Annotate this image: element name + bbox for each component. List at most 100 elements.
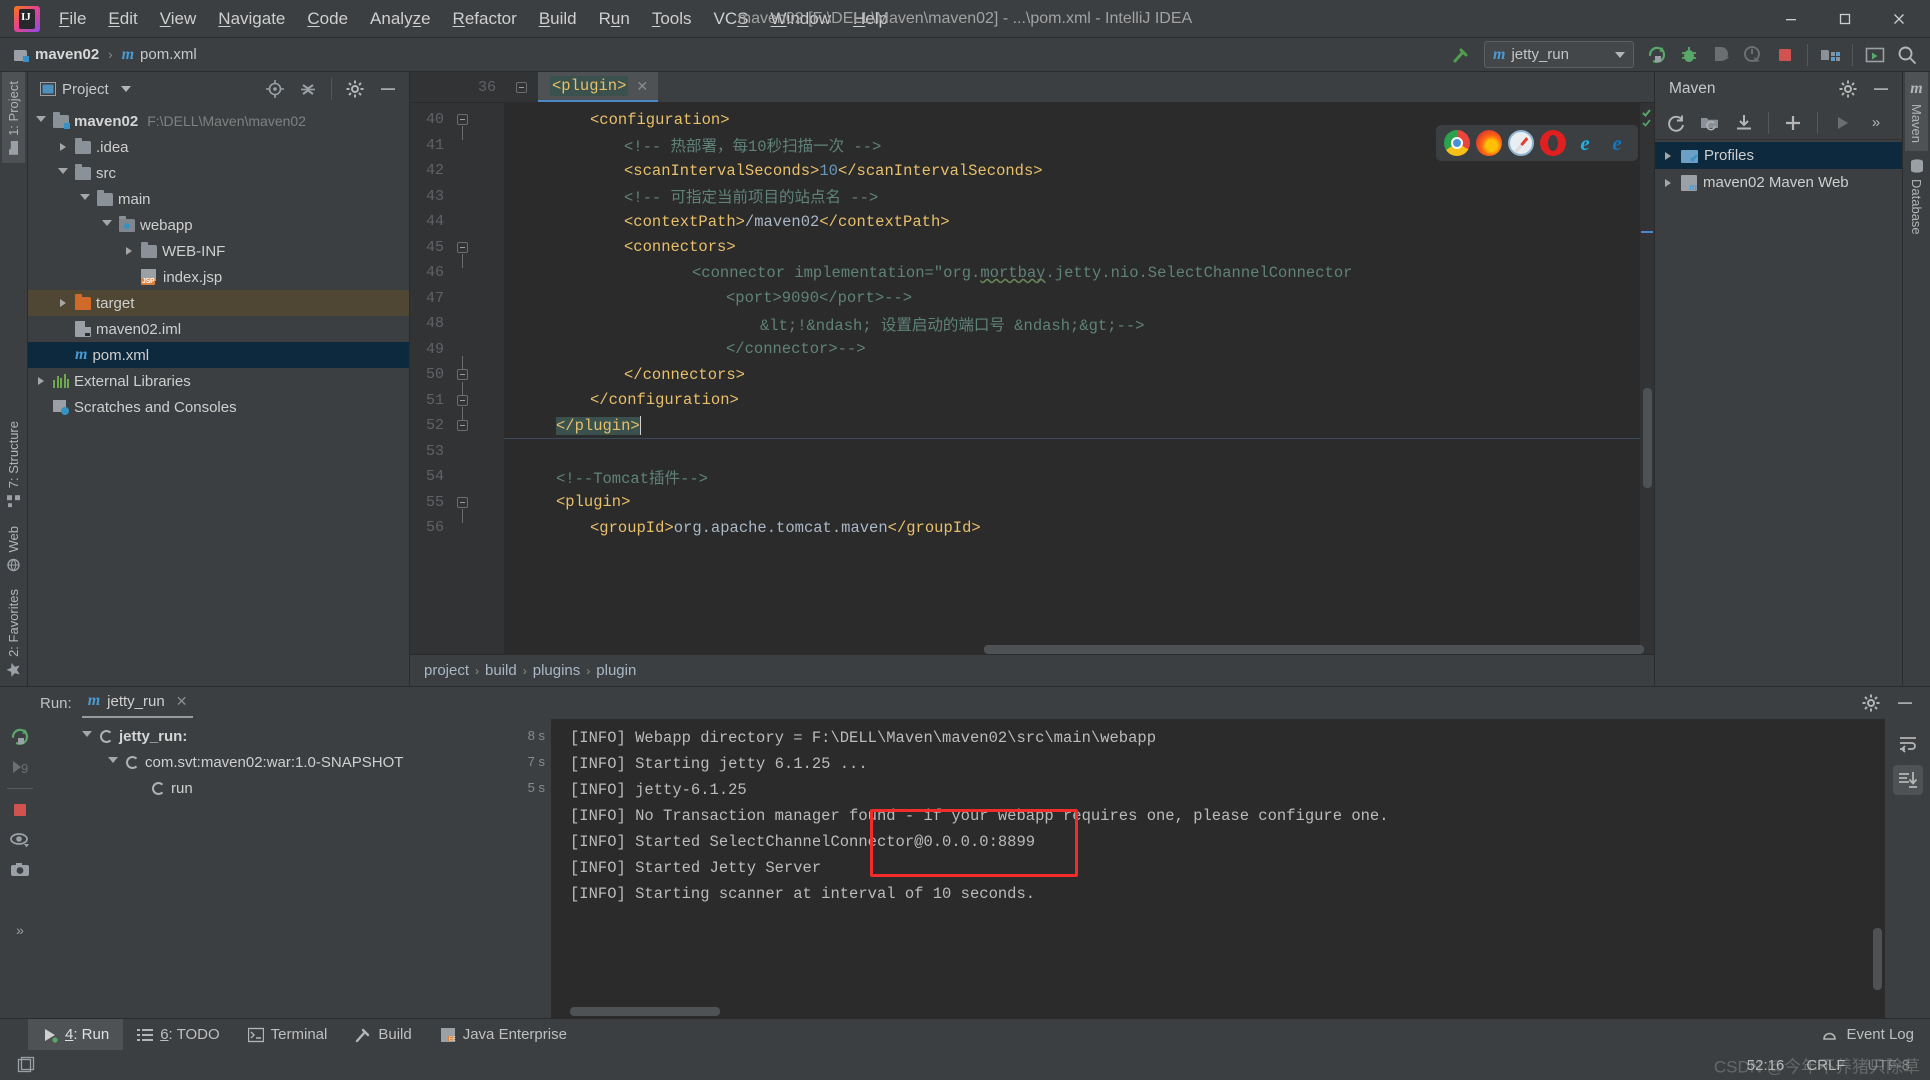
- scroll-from-source-icon[interactable]: [260, 75, 290, 103]
- search-everywhere-icon[interactable]: [1892, 41, 1922, 69]
- run-tree-row[interactable]: jetty_run:: [40, 723, 551, 749]
- rerun-failed-icon[interactable]: 9: [5, 753, 35, 781]
- stop-icon[interactable]: [5, 796, 35, 824]
- add-icon[interactable]: [1778, 109, 1808, 137]
- chrome-icon[interactable]: [1444, 130, 1470, 156]
- tree-row[interactable]: .idea: [28, 134, 409, 160]
- sidebar-tab-database[interactable]: Database: [1905, 151, 1928, 243]
- editor-vertical-scrollbar[interactable]: [1643, 388, 1652, 488]
- run-configuration-selector[interactable]: m jetty_run: [1484, 41, 1634, 68]
- menu-edit[interactable]: Edit: [97, 6, 148, 32]
- run-tree-row[interactable]: com.svt:maven02:war:1.0-SNAPSHOT: [40, 749, 551, 775]
- screenshot-icon[interactable]: [5, 856, 35, 884]
- debug-icon[interactable]: [1674, 41, 1704, 69]
- console-horizontal-scrollbar[interactable]: [570, 1007, 720, 1016]
- breadcrumb-item[interactable]: plugin: [596, 662, 636, 679]
- project-structure-icon[interactable]: [1815, 41, 1845, 69]
- toggle-visibility-icon[interactable]: [5, 826, 35, 854]
- navbar-project[interactable]: maven02: [35, 46, 99, 63]
- run-console[interactable]: [INFO] Webapp directory = F:\DELL\Maven\…: [552, 719, 1884, 1018]
- run-icon[interactable]: [1642, 41, 1672, 69]
- tree-expander[interactable]: [106, 757, 120, 767]
- editor-tab-pom-xml[interactable]: <plugin> ✕: [538, 72, 659, 102]
- toggle-toolbar-icon[interactable]: [16, 1055, 36, 1075]
- editor-gutter[interactable]: 40 41 42 43 44 45 46 47 48 49 50 51 52 53 54 55 56: [410, 103, 504, 654]
- profile-icon[interactable]: [1738, 41, 1768, 69]
- more-icon[interactable]: »: [1861, 109, 1891, 137]
- tree-expander[interactable]: [80, 731, 94, 741]
- file-encoding[interactable]: UTF-8: [1868, 1057, 1911, 1074]
- menu-code[interactable]: Code: [296, 6, 359, 32]
- code-breadcrumbs[interactable]: project › build › plugins › plugin: [410, 654, 1654, 686]
- tree-row[interactable]: m pom.xml: [28, 342, 409, 368]
- minimize-button[interactable]: [1764, 0, 1818, 38]
- menu-view[interactable]: View: [149, 6, 208, 32]
- breadcrumb-item[interactable]: build: [485, 662, 517, 679]
- fold-marker-slot[interactable]: [452, 114, 472, 141]
- ie-icon[interactable]: e: [1572, 130, 1598, 156]
- soft-wrap-icon[interactable]: [1893, 729, 1923, 759]
- sidebar-tab-maven[interactable]: m Maven: [1905, 72, 1928, 152]
- maven-tree-row[interactable]: m maven02 Maven Web: [1655, 169, 1902, 196]
- collapse-all-icon[interactable]: [293, 75, 323, 103]
- maximize-button[interactable]: [1818, 0, 1872, 38]
- fold-collapse-icon[interactable]: [456, 496, 468, 523]
- maven-tree-row[interactable]: ✔ Profiles: [1655, 142, 1902, 169]
- fold-marker-slot[interactable]: [452, 356, 472, 381]
- tree-row[interactable]: maven02 F:\DELL\Maven\maven02: [28, 108, 409, 134]
- code-content[interactable]: <configuration> <!-- 热部署，每10秒扫描一次 --> <sca…: [504, 103, 1654, 654]
- menu-window[interactable]: Window: [760, 6, 842, 32]
- tree-expander[interactable]: [122, 247, 136, 255]
- navbar-file[interactable]: pom.xml: [140, 46, 197, 63]
- toolwindow-todo[interactable]: 6: TODO: [123, 1019, 233, 1051]
- gear-icon[interactable]: [1856, 689, 1886, 717]
- scroll-to-end-icon[interactable]: [1892, 765, 1923, 795]
- run-coverage-icon[interactable]: [1706, 41, 1736, 69]
- line-separator[interactable]: CRLF: [1806, 1057, 1845, 1074]
- tree-row[interactable]: webapp: [28, 212, 409, 238]
- tree-expander[interactable]: [34, 116, 48, 126]
- run-tab-jetty-run[interactable]: m jetty_run ✕: [81, 688, 194, 718]
- generate-sources-icon[interactable]: [1695, 109, 1725, 137]
- toolwindow-terminal[interactable]: Terminal: [234, 1019, 342, 1051]
- menu-help[interactable]: Help: [842, 6, 899, 32]
- close-icon[interactable]: ✕: [636, 78, 648, 95]
- fold-marker-slot[interactable]: [452, 496, 472, 523]
- tree-row[interactable]: WEB-INF: [28, 238, 409, 264]
- sidebar-tab-project[interactable]: 1: Project: [2, 72, 25, 163]
- fold-marker-slot[interactable]: [452, 241, 472, 268]
- menu-build[interactable]: Build: [528, 6, 588, 32]
- breadcrumb-item[interactable]: project: [424, 662, 469, 679]
- expand-more-icon[interactable]: »: [5, 916, 35, 944]
- sticky-fold-marker[interactable]: [504, 72, 538, 102]
- tree-expander[interactable]: [56, 299, 70, 307]
- gear-icon[interactable]: [1833, 75, 1863, 103]
- sidebar-tab-favorites[interactable]: 2: Favorites: [2, 580, 25, 686]
- tree-row[interactable]: target: [28, 290, 409, 316]
- tree-row[interactable]: maven02.iml: [28, 316, 409, 342]
- fold-collapse-icon[interactable]: [456, 241, 468, 268]
- fold-collapse-icon[interactable]: [456, 114, 468, 141]
- tree-expander[interactable]: [78, 194, 92, 204]
- opera-icon[interactable]: [1540, 130, 1566, 156]
- menu-tools[interactable]: Tools: [641, 6, 703, 32]
- menu-vcs[interactable]: VCS: [703, 6, 760, 32]
- tree-row[interactable]: Scratches and Consoles: [28, 394, 409, 420]
- project-tree[interactable]: maven02 F:\DELL\Maven\maven02 .idea src main…: [28, 106, 409, 686]
- download-sources-icon[interactable]: [1729, 109, 1759, 137]
- build-hammer-icon[interactable]: [1446, 41, 1476, 69]
- breadcrumb-item[interactable]: plugins: [533, 662, 581, 679]
- event-log-label[interactable]: Event Log: [1846, 1026, 1914, 1043]
- rerun-icon[interactable]: [5, 723, 35, 751]
- tree-row[interactable]: main: [28, 186, 409, 212]
- hide-panel-icon[interactable]: [1866, 75, 1896, 103]
- safari-icon[interactable]: [1508, 130, 1534, 156]
- run-tree[interactable]: 8 s 7 s 5 s jetty_run: com.svt:maven02:war:…: [40, 719, 552, 1018]
- fold-end-icon[interactable]: [456, 407, 468, 432]
- editor-horizontal-scrollbar[interactable]: [504, 645, 1644, 654]
- chevron-down-icon[interactable]: [120, 86, 131, 92]
- menu-navigate[interactable]: Navigate: [207, 6, 296, 32]
- run-goal-icon[interactable]: [1827, 109, 1857, 137]
- edge-icon[interactable]: e: [1604, 130, 1630, 156]
- tree-expander[interactable]: [56, 143, 70, 151]
